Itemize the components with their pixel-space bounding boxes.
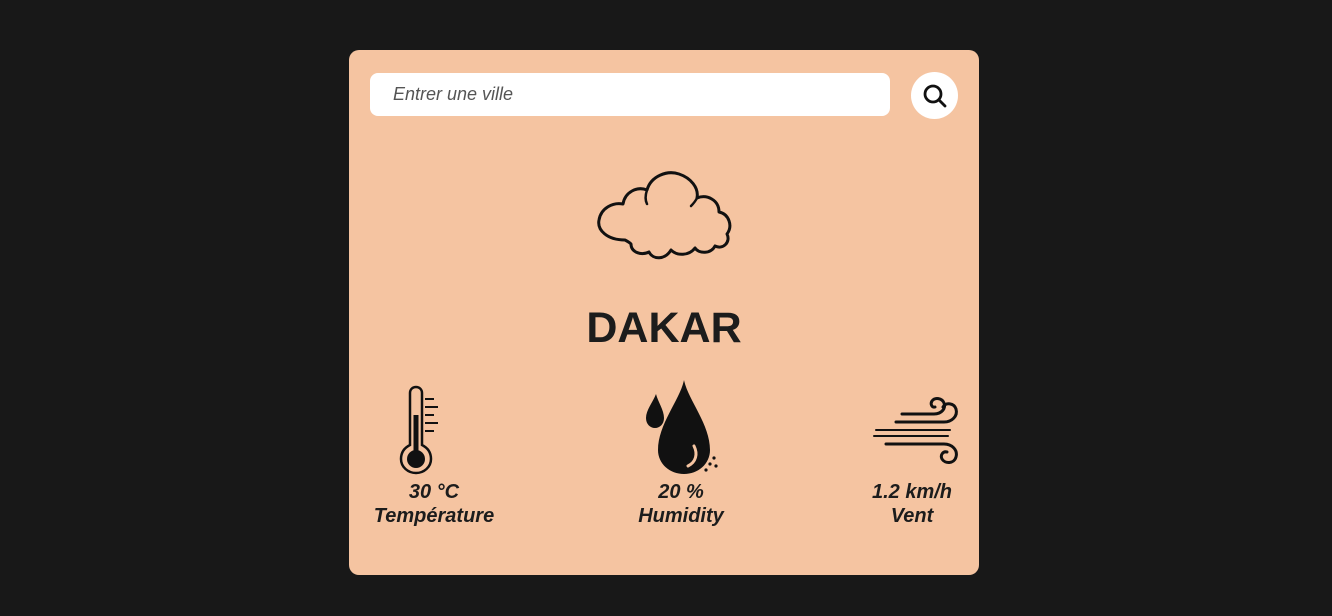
temperature-value: 30 °C (408, 481, 460, 503)
search-button[interactable] (911, 72, 958, 119)
water-drop-icon (646, 380, 718, 474)
humidity-value: 20 % (658, 481, 704, 503)
city-name: DAKAR (586, 304, 742, 352)
wind-icon (873, 397, 958, 464)
wind-stat: 1.2 km/h Vent (827, 380, 997, 528)
humidity-stat: 20 % Humidity (596, 380, 766, 528)
weather-card: DAKAR 30 °C Température (349, 50, 979, 575)
humidity-label: Humidity (638, 505, 724, 527)
wind-value: 1.2 km/h (871, 481, 953, 503)
search-icon (923, 84, 946, 107)
temperature-stat: 30 °C Température (349, 380, 519, 528)
wind-label: Vent (890, 505, 934, 527)
city-search-input[interactable] (370, 73, 890, 116)
thermometer-icon (399, 385, 438, 475)
cloud-icon (597, 171, 732, 260)
temperature-label: Température (373, 505, 495, 527)
